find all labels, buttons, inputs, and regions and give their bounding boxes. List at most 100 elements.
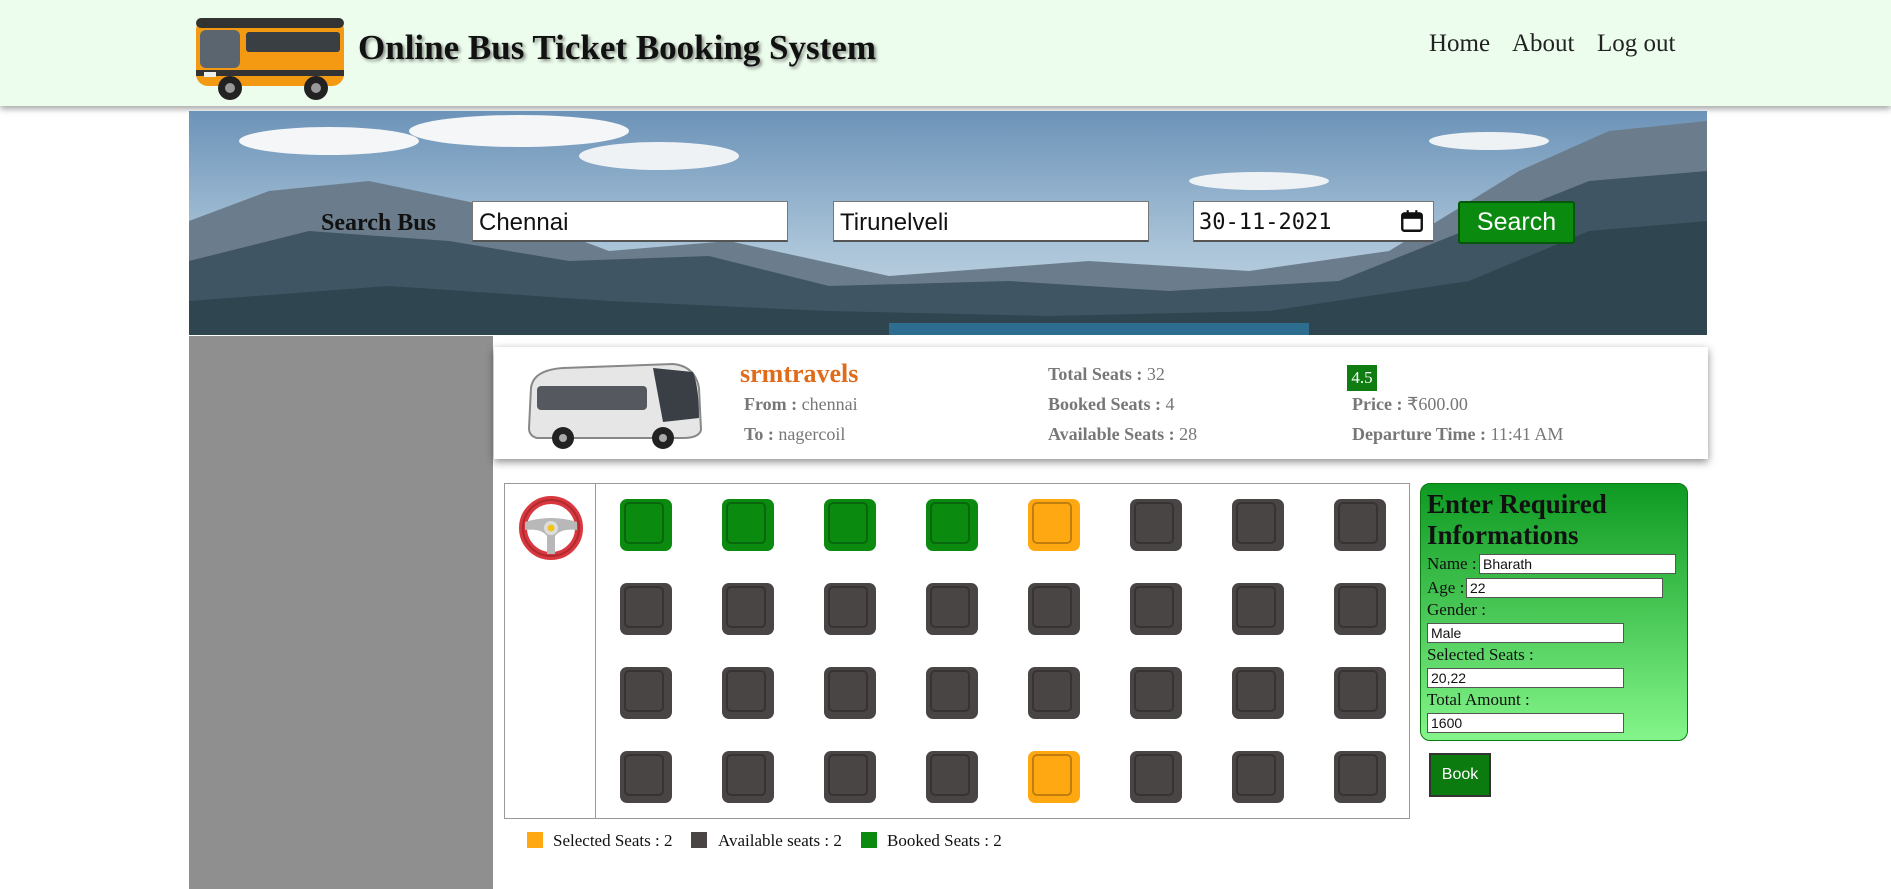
gender-label: Gender : [1427,600,1487,619]
seat-back [930,754,970,796]
seat-booked[interactable] [722,499,774,551]
age-label: Age : [1427,578,1465,597]
bus-image-icon [527,362,703,449]
seat-available[interactable] [824,667,876,719]
seat-back [1032,586,1072,628]
available-seats-info: Available Seats : 28 [1048,424,1198,444]
departure-info: Departure Time : 11:41 AM [1352,424,1564,444]
seat-selected[interactable] [1028,751,1080,803]
from-info: From : chennai [744,394,858,414]
seat-back [1134,754,1174,796]
seat-back [1236,670,1276,712]
legend-booked: Booked Seats : 2 [887,831,1002,850]
seat-available[interactable] [926,667,978,719]
seat-available[interactable] [1334,667,1386,719]
seat-available[interactable] [1232,499,1284,551]
form-title: Enter Required Informations [1427,489,1607,550]
seat-back [1338,754,1378,796]
seat-selected[interactable] [1028,499,1080,551]
seat-available[interactable] [620,667,672,719]
seat-back [930,502,970,544]
seat-back [828,586,868,628]
seat-back [1236,586,1276,628]
seat-available[interactable] [1334,751,1386,803]
seat-available[interactable] [620,583,672,635]
booked-seats-info: Booked Seats : 4 [1048,394,1175,414]
seat-back [1338,586,1378,628]
seat-back [1134,502,1174,544]
legend-selected-swatch [527,832,543,848]
seat-back [726,502,766,544]
seat-back [930,670,970,712]
seat-available[interactable] [722,667,774,719]
to-info: To : nagercoil [744,424,846,444]
nav-about[interactable]: About [1512,30,1575,58]
seat-back [1032,754,1072,796]
price-info: Price : ₹600.00 [1352,394,1468,414]
seat-booked[interactable] [824,499,876,551]
gender-input[interactable]: Male [1427,623,1624,643]
seat-available[interactable] [1130,499,1182,551]
age-input[interactable]: 22 [1466,578,1663,598]
steering-wheel-icon [519,496,583,560]
seat-back [1338,670,1378,712]
seat-available[interactable] [926,583,978,635]
seat-back [726,754,766,796]
selected-seats-label: Selected Seats : [1427,645,1534,664]
total-amount-label: Total Amount : [1427,690,1530,709]
seat-back [1134,586,1174,628]
legend-booked-swatch [861,832,877,848]
seat-available[interactable] [824,751,876,803]
total-seats-info: Total Seats : 32 [1048,364,1165,384]
seat-back [828,754,868,796]
seat-available[interactable] [1232,667,1284,719]
seat-back [624,502,664,544]
nav-logout[interactable]: Log out [1597,30,1675,58]
seat-back [828,670,868,712]
seat-available[interactable] [1334,499,1386,551]
seat-back [1032,502,1072,544]
sidebar-panel [189,336,493,889]
legend-selected: Selected Seats : 2 [553,831,673,850]
calendar-icon[interactable] [1399,208,1425,234]
seat-available[interactable] [1028,667,1080,719]
seat-available[interactable] [1130,667,1182,719]
seat-available[interactable] [722,583,774,635]
seat-available[interactable] [1232,583,1284,635]
seat-available[interactable] [1028,583,1080,635]
seat-available[interactable] [722,751,774,803]
nav-home[interactable]: Home [1429,30,1490,58]
seat-back [828,502,868,544]
seat-available[interactable] [620,751,672,803]
name-label: Name : [1427,554,1477,573]
seat-back [1032,670,1072,712]
rating-badge: 4.5 [1347,365,1377,391]
operator-name: srmtravels [740,359,859,388]
date-value: 30-11-2021 [1199,210,1332,235]
seat-back [1236,502,1276,544]
seat-available[interactable] [1130,751,1182,803]
seat-booked[interactable] [926,499,978,551]
date-input[interactable]: 30-11-2021 [1193,201,1434,242]
seat-available[interactable] [1130,583,1182,635]
name-input[interactable]: Bharath [1479,554,1676,574]
bus-logo-icon [196,18,344,100]
search-label: Search Bus [321,210,436,236]
seat-back [1236,754,1276,796]
seat-back [726,670,766,712]
seat-available[interactable] [1334,583,1386,635]
legend-available-swatch [691,832,707,848]
seat-available[interactable] [1232,751,1284,803]
seat-available[interactable] [926,751,978,803]
book-button[interactable]: Book [1429,753,1491,797]
to-input[interactable]: Tirunelveli [833,201,1149,242]
seat-back [1338,502,1378,544]
seat-back [930,586,970,628]
search-button[interactable]: Search [1458,201,1575,244]
total-amount-input[interactable]: 1600 [1427,713,1624,733]
seat-back [624,586,664,628]
from-input[interactable]: Chennai [472,201,788,242]
seat-available[interactable] [824,583,876,635]
selected-seats-input[interactable]: 20,22 [1427,668,1624,688]
seat-booked[interactable] [620,499,672,551]
